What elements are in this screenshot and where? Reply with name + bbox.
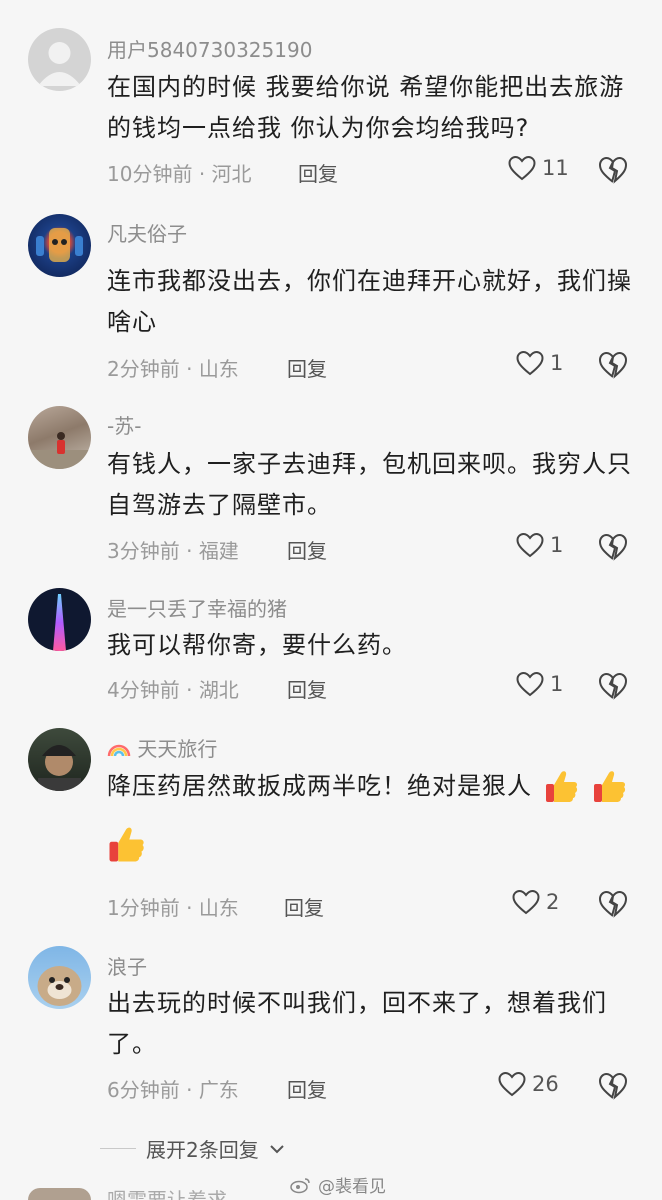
location: 湖北 bbox=[198, 678, 239, 702]
dislike-icon[interactable] bbox=[598, 350, 628, 380]
heart-icon bbox=[498, 1071, 526, 1097]
timestamp: 10分钟前 bbox=[107, 162, 193, 186]
comment-text: 出去玩的时候不叫我们，回不来了，想着我们了。 bbox=[107, 989, 607, 1058]
like-button[interactable]: 1 bbox=[516, 532, 563, 558]
comment-meta: 6分钟前 · 广东 bbox=[107, 1078, 239, 1102]
avatar[interactable] bbox=[28, 214, 91, 277]
avatar[interactable] bbox=[28, 588, 91, 651]
mask-icon bbox=[36, 228, 83, 262]
rainbow-icon bbox=[107, 744, 131, 757]
like-count: 1 bbox=[550, 672, 564, 696]
username[interactable]: 凡夫俗子 bbox=[107, 218, 187, 247]
timestamp: 3分钟前 bbox=[107, 539, 180, 563]
timestamp: 4分钟前 bbox=[107, 678, 180, 702]
like-button[interactable]: 1 bbox=[516, 350, 563, 376]
username[interactable]: 是一只丢了幸福的猪 bbox=[107, 593, 287, 622]
heart-icon bbox=[516, 350, 544, 376]
like-count: 26 bbox=[532, 1072, 559, 1096]
dislike-icon[interactable] bbox=[598, 1071, 628, 1101]
weibo-logo-icon bbox=[290, 1177, 310, 1193]
dislike-icon[interactable] bbox=[598, 155, 628, 185]
comment-meta: 4分钟前 · 湖北 bbox=[107, 678, 239, 702]
dislike-icon[interactable] bbox=[598, 671, 628, 701]
watermark-text: @裴看见 bbox=[318, 1177, 386, 1197]
avatar[interactable] bbox=[28, 728, 91, 791]
heart-icon bbox=[516, 532, 544, 558]
like-button[interactable]: 26 bbox=[498, 1071, 559, 1097]
reply-button[interactable]: 回复 bbox=[287, 535, 327, 564]
like-count: 1 bbox=[550, 533, 564, 557]
location: 山东 bbox=[198, 896, 239, 920]
reply-button[interactable]: 回复 bbox=[298, 158, 338, 187]
location: 福建 bbox=[198, 539, 239, 563]
username-text: 天天旅行 bbox=[137, 737, 218, 761]
reply-button[interactable]: 回复 bbox=[287, 674, 327, 703]
avatar[interactable] bbox=[28, 1188, 91, 1200]
avatar[interactable] bbox=[28, 406, 91, 469]
timestamp: 6分钟前 bbox=[107, 1078, 180, 1102]
comment-text: 我可以帮你寄，要什么药。 bbox=[107, 631, 407, 659]
thumbs-up-emoji-icon bbox=[545, 771, 577, 802]
comment-meta: 1分钟前 · 山东 bbox=[107, 896, 239, 920]
avatar[interactable] bbox=[28, 28, 91, 91]
person-photo-icon bbox=[38, 745, 81, 791]
thumbs-up-emoji-icon bbox=[109, 827, 144, 862]
timestamp: 1分钟前 bbox=[107, 896, 180, 920]
otter-photo-icon bbox=[37, 966, 82, 1006]
username[interactable]: 浪子 bbox=[107, 951, 147, 980]
person-photo-icon bbox=[28, 432, 91, 469]
watermark: @裴看见 bbox=[290, 1172, 386, 1197]
expand-replies-button[interactable]: 展开2条回复 bbox=[100, 1134, 285, 1163]
thumbs-up-emoji-icon bbox=[594, 771, 626, 802]
reply-button[interactable]: 回复 bbox=[284, 892, 324, 921]
partial-username: 嗯需要让着求 bbox=[107, 1188, 227, 1200]
reply-button[interactable]: 回复 bbox=[287, 353, 327, 382]
expand-replies-label: 展开2条回复 bbox=[146, 1138, 259, 1162]
dislike-icon[interactable] bbox=[598, 889, 628, 919]
tower-photo-icon bbox=[53, 594, 66, 651]
location: 山东 bbox=[198, 357, 239, 381]
timestamp: 2分钟前 bbox=[107, 357, 180, 381]
comment-meta: 3分钟前 · 福建 bbox=[107, 539, 239, 563]
comment-text: 在国内的时候 我要给你说 希望你能把出去旅游的钱均一点给我 你认为你会均给我吗? bbox=[107, 73, 625, 142]
chevron-down-icon bbox=[270, 1144, 284, 1153]
comment-text: 降压药居然敢扳成两半吃！绝对是狠人 bbox=[107, 766, 637, 807]
location: 河北 bbox=[211, 162, 252, 186]
like-count: 2 bbox=[546, 890, 560, 914]
avatar[interactable] bbox=[28, 946, 91, 1009]
username[interactable]: -苏- bbox=[107, 410, 141, 439]
divider bbox=[100, 1148, 136, 1149]
default-user-icon bbox=[38, 42, 81, 86]
dislike-icon[interactable] bbox=[598, 532, 628, 562]
like-button[interactable]: 2 bbox=[512, 889, 559, 915]
heart-icon bbox=[516, 671, 544, 697]
username[interactable]: 天天旅行 bbox=[107, 733, 217, 762]
like-button[interactable]: 11 bbox=[508, 155, 569, 181]
username[interactable]: 用户5840730325190 bbox=[107, 34, 312, 63]
location: 广东 bbox=[198, 1078, 239, 1102]
heart-icon bbox=[508, 155, 536, 181]
comment-meta: 10分钟前 · 河北 bbox=[107, 162, 252, 186]
like-count: 1 bbox=[550, 351, 564, 375]
comment-text: 连市我都没出去，你们在迪拜开心就好，我们操啥心 bbox=[107, 267, 632, 336]
reply-button[interactable]: 回复 bbox=[287, 1074, 327, 1103]
comment-text: 有钱人，一家子去迪拜，包机回来呗。我穷人只自驾游去了隔壁市。 bbox=[107, 450, 632, 519]
comment-meta: 2分钟前 · 山东 bbox=[107, 357, 239, 381]
like-count: 11 bbox=[542, 156, 569, 180]
like-button[interactable]: 1 bbox=[516, 671, 563, 697]
heart-icon bbox=[512, 889, 540, 915]
